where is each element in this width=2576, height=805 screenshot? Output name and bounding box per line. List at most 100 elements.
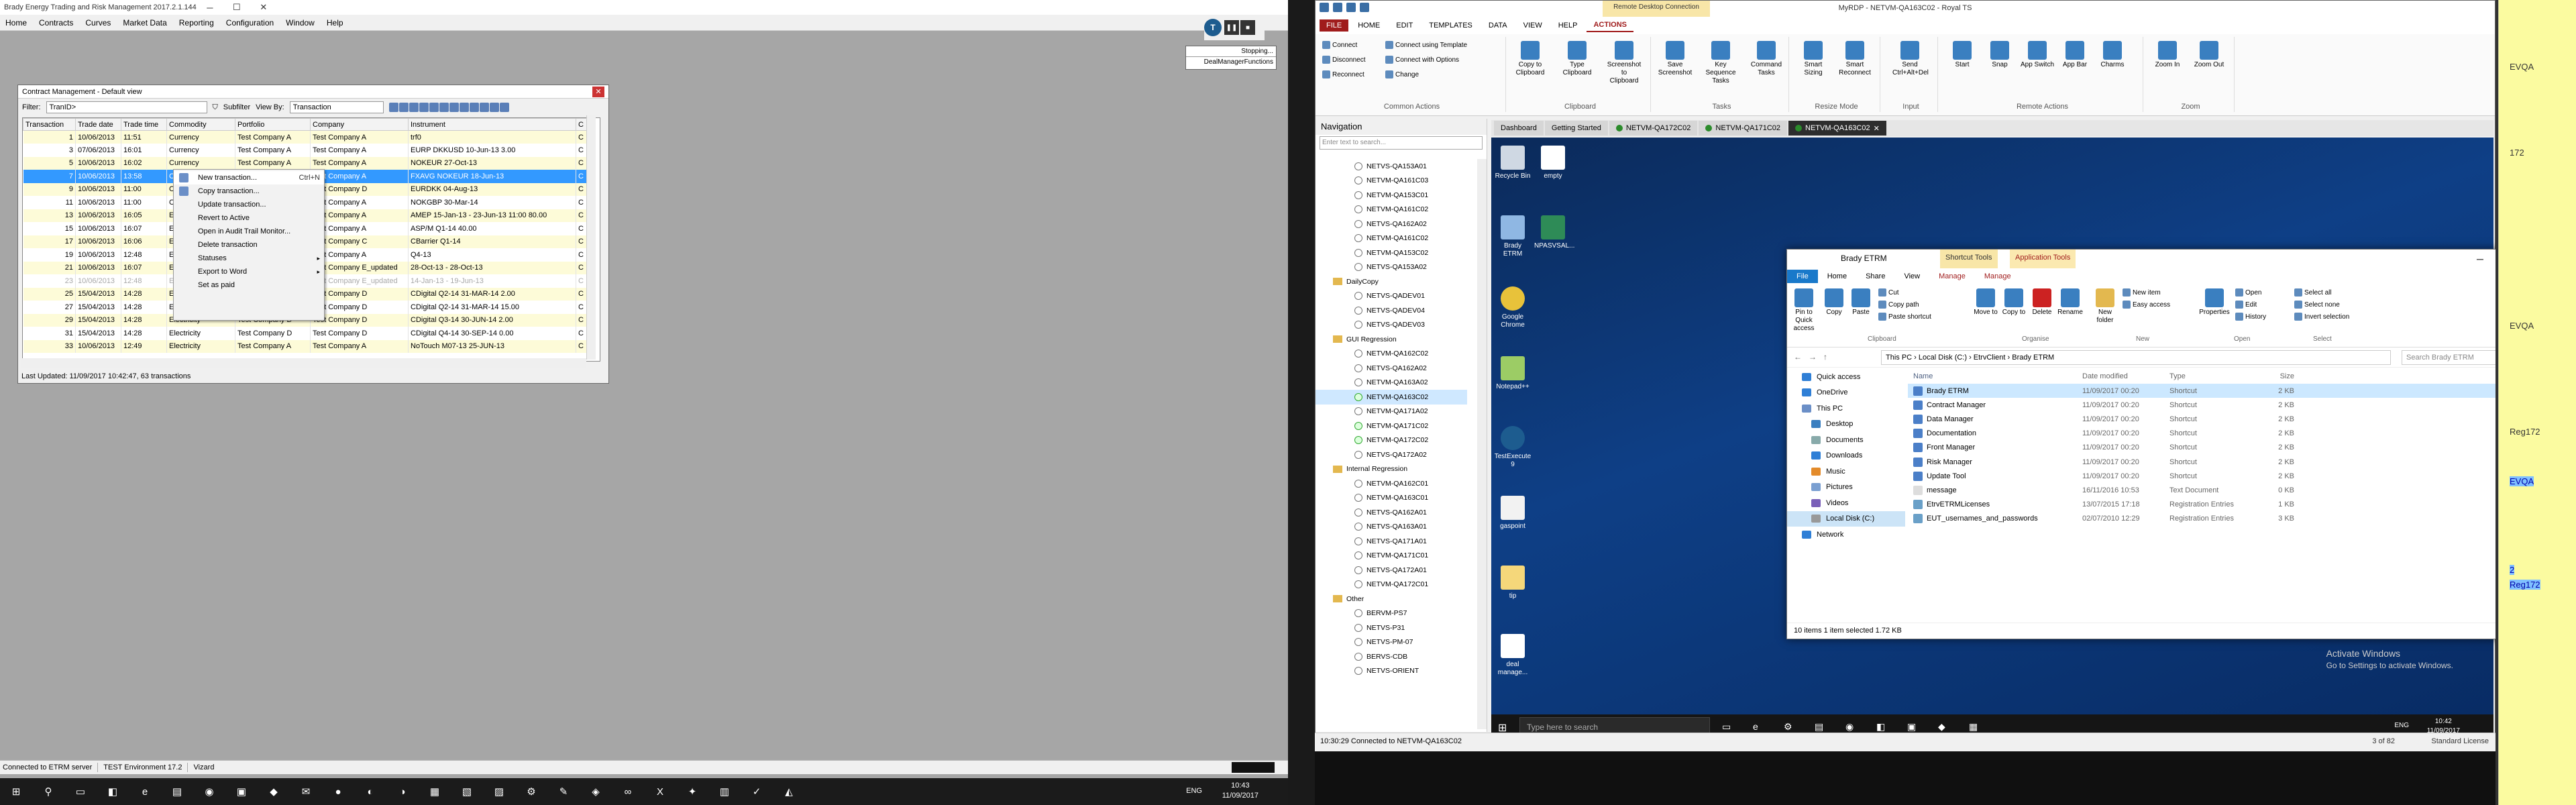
history-button[interactable]: History [2235,313,2266,321]
desktop-icon-testexecute[interactable]: TestExecute 9 [1494,426,1532,469]
maximize-icon[interactable]: ☐ [223,0,250,15]
zoom-out-button[interactable]: Zoom Out [2192,41,2226,69]
start-button[interactable]: Start [1945,41,1980,69]
col-name[interactable]: Name [1908,372,2082,380]
nav-connection-item[interactable]: NETVS-QADEV03 [1316,318,1467,333]
smart-reconnect-button[interactable]: Smart Reconnect [1837,41,1872,77]
tab-qa172c02[interactable]: NETVM-QA172C02 [1609,121,1698,136]
nav-connection-item[interactable]: NETVS-QA162A02 [1316,217,1467,231]
file-row[interactable]: Brady ETRM 11/09/2017 00:20 Shortcut 2 KB [1908,384,2556,398]
nav-connection-item[interactable]: NETVM-QA172C02 [1316,433,1467,448]
select-all-button[interactable]: Select all [2294,288,2332,297]
ctrl-alt-del-button[interactable]: Send Ctrl+Alt+Del [1892,41,1929,77]
tab-data[interactable]: DATA [1482,19,1514,32]
print-icon[interactable] [419,103,429,112]
excel-icon[interactable]: X [644,778,676,805]
nav-connection-item[interactable]: BERVM-PS7 [1316,606,1467,621]
table-row[interactable]: 3 07/06/2013 16:01 Currency Test Company A Te… [23,144,592,157]
explorer-nav-item[interactable]: Pictures [1787,480,1905,496]
explorer-nav-item[interactable]: Network [1787,527,1905,543]
edge-icon[interactable]: e [1753,721,1758,732]
app-icon[interactable]: ▦ [419,778,451,805]
app-icon[interactable]: ▥ [708,778,741,805]
key-sequence-button[interactable]: Key Sequence Tasks [1703,41,1738,85]
settings-icon[interactable]: ⚙ [1784,721,1792,733]
tab-getting-started[interactable]: Getting Started [1544,121,1608,136]
col-company[interactable]: Company [310,118,409,131]
screenshot-clipboard-button[interactable]: Screenshot to Clipboard [1607,41,1642,85]
connect-template-button[interactable]: Connect using Template [1385,41,1467,49]
explorer-nav-item[interactable]: OneDrive [1787,385,1905,401]
nav-connection-item[interactable]: NETVS-ORIENT [1316,664,1467,679]
snap-button[interactable]: Snap [1982,41,2017,69]
nav-connection-item[interactable]: NETVS-QA171A01 [1316,534,1467,549]
subfilter-button[interactable]: Subfilter [223,103,250,111]
app-icon[interactable]: ◆ [1938,721,1945,733]
tab-templates[interactable]: TEMPLATES [1422,19,1479,32]
task-view-icon[interactable]: ▭ [1722,721,1731,733]
stop-icon[interactable]: ■ [1240,20,1255,35]
context-menu-item[interactable]: Open in Audit Trail Monitor... [174,225,324,238]
sticky-note[interactable]: EVQA 172 EVQA Reg172 EVQA 2 Reg172 [2498,0,2576,805]
nav-connection-item[interactable]: BERVS-CDB [1316,649,1467,664]
tab-view[interactable]: View [1894,270,1929,283]
desktop-icon-gaspoint[interactable]: gaspoint [1494,496,1532,531]
table-row[interactable]: 31 15/04/2013 14:28 Electricity Test Company… [23,327,592,340]
explorer-nav-item[interactable]: Videos [1787,495,1905,511]
refresh-icon[interactable] [398,103,409,112]
tab-actions[interactable]: ACTIONS [1587,19,1633,32]
nav-connection-item[interactable]: NETVM-QA171C01 [1316,549,1467,564]
context-menu-item[interactable]: Revert to Active [174,211,324,225]
properties-button[interactable]: Properties [2198,288,2231,317]
explorer-icon[interactable]: ▤ [1815,721,1823,733]
filter-input[interactable]: TranID> [46,101,207,113]
tab-home[interactable]: Home [1818,270,1856,283]
connect-options-button[interactable]: Connect with Options [1385,56,1459,64]
tab-help[interactable]: HELP [1552,19,1585,32]
nav-connection-item[interactable]: NETVM-QA171A02 [1316,405,1467,419]
col-instrument[interactable]: Instrument [408,118,576,131]
nav-connection-item[interactable]: NETVS-QA172A01 [1316,563,1467,578]
explorer-nav-item[interactable]: Quick access [1787,369,1905,385]
col-type[interactable]: Type [2169,372,2254,380]
undo-icon[interactable] [1346,3,1356,12]
nav-connection-item[interactable]: NETVS-QA162A02 [1316,361,1467,376]
connect-button[interactable]: Connect [1322,41,1357,49]
nav-connection-item[interactable]: NETVS-QA153A01 [1316,159,1467,174]
taskbar-language[interactable]: ENG [1186,787,1202,795]
tab-qa171c02[interactable]: NETVM-QA171C02 [1699,121,1788,136]
tab-manage[interactable]: Manage [1929,270,1975,283]
nav-connection-item[interactable]: NETVS-QADEV04 [1316,303,1467,318]
nav-connection-item[interactable]: NETVM-QA161C02 [1316,231,1467,246]
grid-vertical-scrollbar[interactable] [586,115,596,360]
app-icon[interactable]: ⚙ [515,778,547,805]
export-icon[interactable] [429,103,439,112]
nav-connection-item[interactable]: NETVS-QA163A01 [1316,520,1467,535]
nav-connection-item[interactable]: NETVM-QA163C02 [1316,390,1467,405]
type-clipboard-button[interactable]: Type Clipboard [1560,41,1595,77]
app-icon[interactable]: ◑ [386,778,419,805]
nav-folder[interactable]: DailyCopy [1316,274,1467,289]
tab-view[interactable]: VIEW [1517,19,1549,32]
close-icon[interactable]: ✕ [1874,124,1880,133]
menu-window[interactable]: Window [286,18,315,28]
pause-icon[interactable]: ❚❚ [1224,20,1239,35]
app-icon[interactable]: ✓ [741,778,773,805]
desktop-icon-npasvsal[interactable]: NPASVSAL... [1534,215,1574,250]
nav-folder[interactable]: Other [1316,592,1467,606]
store-icon[interactable]: ◧ [1876,721,1885,733]
copy-to-clipboard-button[interactable]: Copy to Clipboard [1513,41,1548,77]
nav-connection-item[interactable]: NETVM-QA162C02 [1316,347,1467,362]
grid-horizontal-scrollbar[interactable] [21,358,586,368]
nav-connection-item[interactable]: NETVM-QA163C01 [1316,491,1467,506]
app-icon[interactable]: ● [322,778,354,805]
save-screenshot-button[interactable]: Save Screenshot [1658,41,1693,77]
invert-selection-button[interactable]: Invert selection [2294,313,2349,321]
viewby-select[interactable]: Transaction [289,101,384,113]
file-row[interactable]: Front Manager 11/09/2017 00:20 Shortcut 2 K… [1908,441,2556,455]
col-trade-date[interactable]: Trade date [75,118,121,131]
taskbar-clock[interactable]: 10:43 11/09/2017 [1222,781,1258,801]
app-icon[interactable]: ▣ [1907,721,1916,733]
menu-contracts[interactable]: Contracts [39,18,73,28]
select-none-button[interactable]: Select none [2294,301,2340,309]
